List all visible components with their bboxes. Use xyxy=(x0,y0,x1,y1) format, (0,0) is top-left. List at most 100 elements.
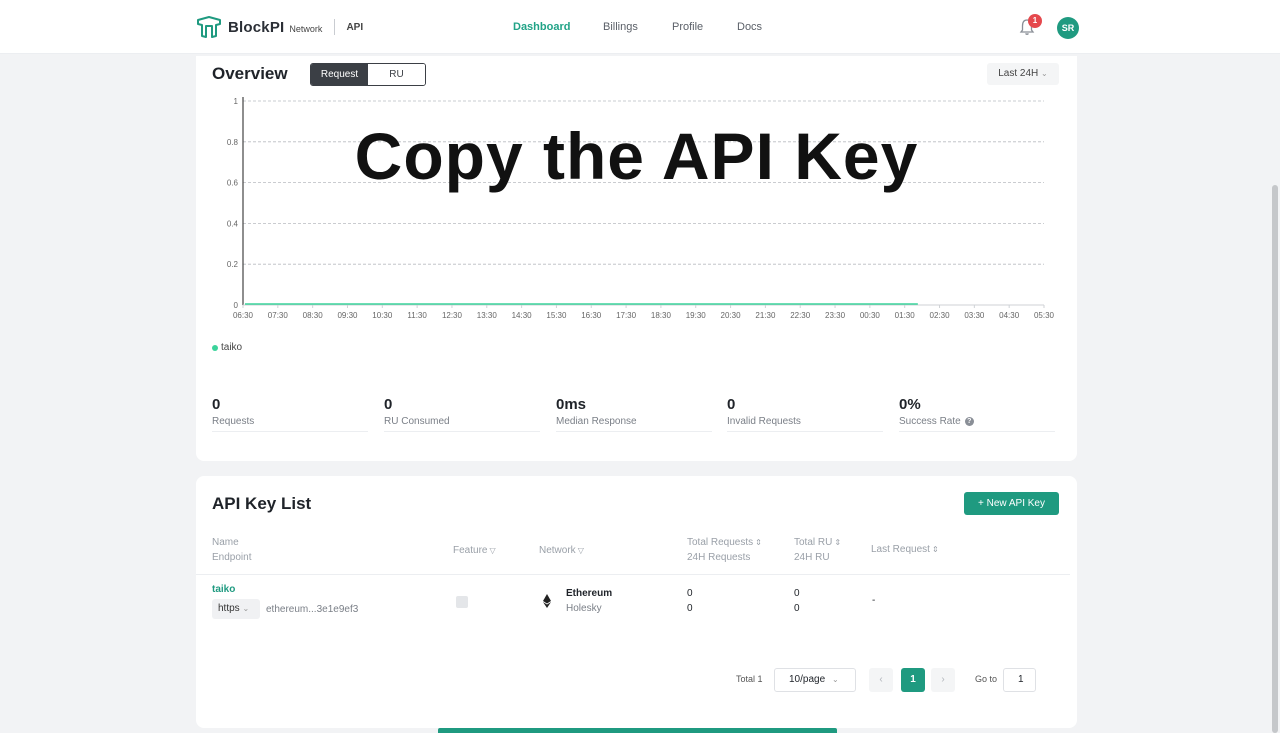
stat-label-text: Success Rate xyxy=(899,416,961,427)
stat-label: Median Response xyxy=(556,416,712,427)
y-tick-label: 1 xyxy=(234,97,239,106)
bottom-progress-bar xyxy=(438,728,837,733)
sort-icon[interactable]: ⇕ xyxy=(755,535,762,550)
time-range-select[interactable]: Last 24H ⌄ xyxy=(987,63,1059,85)
overview-card: Overview Request RU Last 24H ⌄ 0 0.2 0.4 0.… xyxy=(196,56,1077,461)
protocol-select[interactable]: https ⌄ xyxy=(212,599,260,619)
x-tick-label: 22:30 xyxy=(790,311,811,320)
col-header-total-requests[interactable]: Total Requests ⇕ 24H Requests xyxy=(687,535,762,565)
col-header-feature[interactable]: Feature ▽ xyxy=(453,543,496,558)
x-tick-label: 19:30 xyxy=(686,311,707,320)
filter-icon[interactable]: ▽ xyxy=(578,543,584,558)
chevron-left-icon: ‹ xyxy=(879,674,883,685)
api-key-list-title: API Key List xyxy=(212,494,312,513)
toggle-ru[interactable]: RU xyxy=(368,64,425,85)
x-tick-label: 04:30 xyxy=(999,311,1020,320)
col-header-last-request[interactable]: Last Request ⇕ xyxy=(871,542,939,557)
stat-value: 0 xyxy=(384,396,393,413)
x-tick-label: 16:30 xyxy=(581,311,602,320)
stat-label: RU Consumed xyxy=(384,416,540,427)
col-header-total-ru[interactable]: Total RU ⇕ 24H RU xyxy=(794,535,841,565)
legend-color-dot xyxy=(212,344,218,351)
new-api-key-button[interactable]: + New API Key xyxy=(964,492,1059,515)
ethereum-icon xyxy=(543,594,551,608)
brand-logo[interactable]: BlockPI Network API xyxy=(196,16,363,38)
endpoint-url[interactable]: ethereum...3e1e9ef3 xyxy=(266,602,358,617)
stat-requests: 0 Requests xyxy=(212,396,368,432)
y-tick-label: 0 xyxy=(234,301,239,310)
ru-24h-value: 0 xyxy=(794,603,800,614)
x-tick-label: 08:30 xyxy=(303,311,324,320)
nav-dashboard[interactable]: Dashboard xyxy=(513,21,570,33)
api-key-list-card: API Key List + New API Key Name Endpoint… xyxy=(196,476,1077,728)
header-network-label: Network xyxy=(539,545,576,556)
chevron-down-icon: ⌄ xyxy=(831,675,839,684)
requests-24h-value: 0 xyxy=(687,603,693,614)
stat-success-rate: 0% Success Rate? xyxy=(899,396,1055,432)
stat-label: Requests xyxy=(212,416,368,427)
y-tick-label: 0.6 xyxy=(227,179,239,188)
goto-page-input[interactable]: 1 xyxy=(1003,668,1036,692)
notification-badge: 1 xyxy=(1028,14,1042,28)
page-button-current[interactable]: 1 xyxy=(901,668,925,692)
network-name: Ethereum xyxy=(566,588,613,599)
stat-invalid-requests: 0 Invalid Requests xyxy=(727,396,883,432)
x-tick-label: 02:30 xyxy=(930,311,951,320)
stat-label-text: Median Response xyxy=(556,416,637,427)
nav-docs[interactable]: Docs xyxy=(737,21,762,33)
stat-label-text: Requests xyxy=(212,416,255,427)
header-feature-label: Feature xyxy=(453,545,488,556)
chevron-down-icon: ⌄ xyxy=(242,604,250,613)
api-key-name-link[interactable]: taiko xyxy=(212,582,235,597)
header-divider xyxy=(196,574,1070,575)
x-tick-label: 01:30 xyxy=(895,311,916,320)
x-tick-label: 00:30 xyxy=(860,311,881,320)
page-size-value: 10/page xyxy=(789,674,826,685)
x-tick-label: 21:30 xyxy=(755,311,776,320)
stat-value: 0 xyxy=(727,396,736,413)
nav-billings[interactable]: Billings xyxy=(603,21,638,33)
requests-chart: 0 0.2 0.4 0.6 0.8 1 06:30 07:30 08:30 09:30 10:30 1… xyxy=(227,97,1055,320)
stat-value: 0ms xyxy=(556,396,587,413)
overview-title: Overview xyxy=(212,64,288,83)
header-total-ru-label: Total RU xyxy=(794,537,833,548)
feature-icon[interactable] xyxy=(456,596,468,608)
page-size-select[interactable]: 10/page ⌄ xyxy=(774,668,856,692)
blockpi-logo-icon xyxy=(197,16,221,38)
y-tick-label: 0.8 xyxy=(227,138,239,147)
x-tick-label: 05:30 xyxy=(1034,311,1055,320)
page-scrollbar[interactable] xyxy=(1272,185,1278,733)
toggle-request[interactable]: Request xyxy=(311,64,368,85)
col-header-network[interactable]: Network ▽ xyxy=(539,543,584,558)
nav-profile[interactable]: Profile xyxy=(672,21,703,33)
brand-subtitle: Network xyxy=(289,23,323,34)
total-ru-value: 0 xyxy=(794,588,800,599)
sort-icon[interactable]: ⇕ xyxy=(932,542,939,557)
col-header-name: Name Endpoint xyxy=(212,535,251,565)
help-icon[interactable]: ? xyxy=(964,417,974,426)
x-tick-label: 09:30 xyxy=(337,311,358,320)
x-tick-label: 15:30 xyxy=(546,311,567,320)
header-total-requests-label: Total Requests xyxy=(687,537,754,548)
x-tick-label: 17:30 xyxy=(616,311,637,320)
chart-legend[interactable]: taiko xyxy=(212,342,242,353)
header-24h-ru-label: 24H RU xyxy=(794,552,830,563)
x-tick-label: 14:30 xyxy=(512,311,533,320)
x-tick-label: 23:30 xyxy=(825,311,846,320)
sort-icon[interactable]: ⇕ xyxy=(834,535,841,550)
filter-icon[interactable]: ▽ xyxy=(489,543,495,558)
x-tick-label: 06:30 xyxy=(233,311,254,320)
y-tick-label: 0.4 xyxy=(227,219,239,228)
goto-label: Go to xyxy=(975,674,998,684)
avatar[interactable]: SR xyxy=(1057,17,1079,39)
brand-divider xyxy=(334,19,336,35)
stat-value: 0 xyxy=(212,396,221,413)
stat-label: Success Rate? xyxy=(899,416,1055,427)
header-24h-requests-label: 24H Requests xyxy=(687,552,751,563)
last-request-value: - xyxy=(872,595,876,606)
x-tick-label: 10:30 xyxy=(372,311,393,320)
prev-page-button[interactable]: ‹ xyxy=(869,668,893,692)
time-range-label: Last 24H xyxy=(998,68,1039,79)
next-page-button[interactable]: › xyxy=(931,668,955,692)
chevron-right-icon: › xyxy=(941,674,945,685)
